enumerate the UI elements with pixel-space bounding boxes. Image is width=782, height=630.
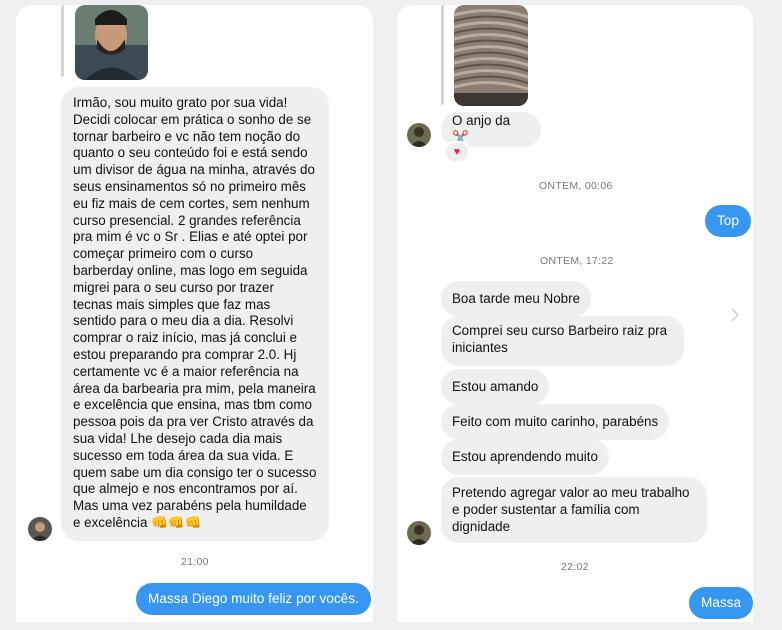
outgoing-message[interactable]: Top — [705, 205, 751, 237]
shared-photo-thumbnail[interactable] — [454, 5, 528, 106]
panel-bottom-edge — [16, 622, 373, 630]
outgoing-message-text: Top — [717, 213, 739, 228]
contact-avatar[interactable] — [407, 123, 431, 147]
message-text: Feito com muito carinho, parabéns — [452, 413, 659, 429]
contact-avatar[interactable] — [28, 517, 52, 541]
message-text: Pretendo agregar valor ao meu trabalho e… — [452, 485, 690, 534]
outgoing-message[interactable]: Massa — [689, 587, 753, 619]
heart-icon: ♥ — [453, 146, 461, 158]
message-bubble[interactable]: Feito com muito carinho, parabéns — [441, 404, 670, 440]
long-message-bubble[interactable]: Irmão, sou muito grato por sua vida! Dec… — [61, 87, 329, 541]
quoted-story-bar — [61, 5, 64, 77]
heart-reaction[interactable]: ♥ — [444, 141, 470, 163]
message-bubble[interactable]: Pretendo agregar valor ao meu trabalho e… — [441, 477, 707, 543]
outgoing-message[interactable]: Massa Diego muito feliz por vocês. — [136, 583, 371, 615]
story-photo-thumbnail[interactable] — [75, 5, 148, 80]
message-bubble[interactable]: Estou aprendendo muito — [441, 439, 609, 475]
panel-bottom-edge — [397, 622, 753, 630]
message-text: Estou aprendendo muito — [452, 448, 598, 464]
avatar-image — [407, 521, 431, 545]
quoted-story-bar — [441, 5, 444, 105]
outgoing-message-text: Massa — [701, 595, 742, 610]
timestamp: 21:00 — [181, 556, 209, 568]
message-text: Boa tarde meu Nobre — [452, 290, 581, 306]
message-text: Estou amando — [452, 378, 539, 394]
chevron-right-icon[interactable] — [729, 306, 741, 324]
timestamp: ONTEM, 00:06 — [539, 180, 613, 192]
portrait-image — [75, 5, 148, 80]
message-bubble[interactable]: Estou amando — [441, 369, 550, 405]
timestamp: 22:02 — [561, 561, 589, 573]
hair-texture-image — [454, 5, 528, 106]
avatar-image — [407, 123, 431, 147]
message-text: Comprei seu curso Barbeiro raiz pra inic… — [452, 323, 668, 355]
message-bubble[interactable]: Boa tarde meu Nobre — [441, 281, 592, 317]
long-message-text: Irmão, sou muito grato por sua vida! Dec… — [73, 95, 317, 530]
outgoing-message-text: Massa Diego muito feliz por vocês. — [148, 591, 359, 606]
avatar-image — [28, 517, 52, 541]
chat-panel-left: Irmão, sou muito grato por sua vida! Dec… — [16, 5, 373, 630]
timestamp: ONTEM, 17:22 — [540, 255, 614, 267]
contact-avatar[interactable] — [407, 521, 431, 545]
message-bubble[interactable]: Comprei seu curso Barbeiro raiz pra inic… — [441, 316, 684, 366]
chat-panel-right: O anjo da ✂️ ♥ ONTEM, 00:06 Top ONTEM, 1… — [397, 5, 753, 630]
